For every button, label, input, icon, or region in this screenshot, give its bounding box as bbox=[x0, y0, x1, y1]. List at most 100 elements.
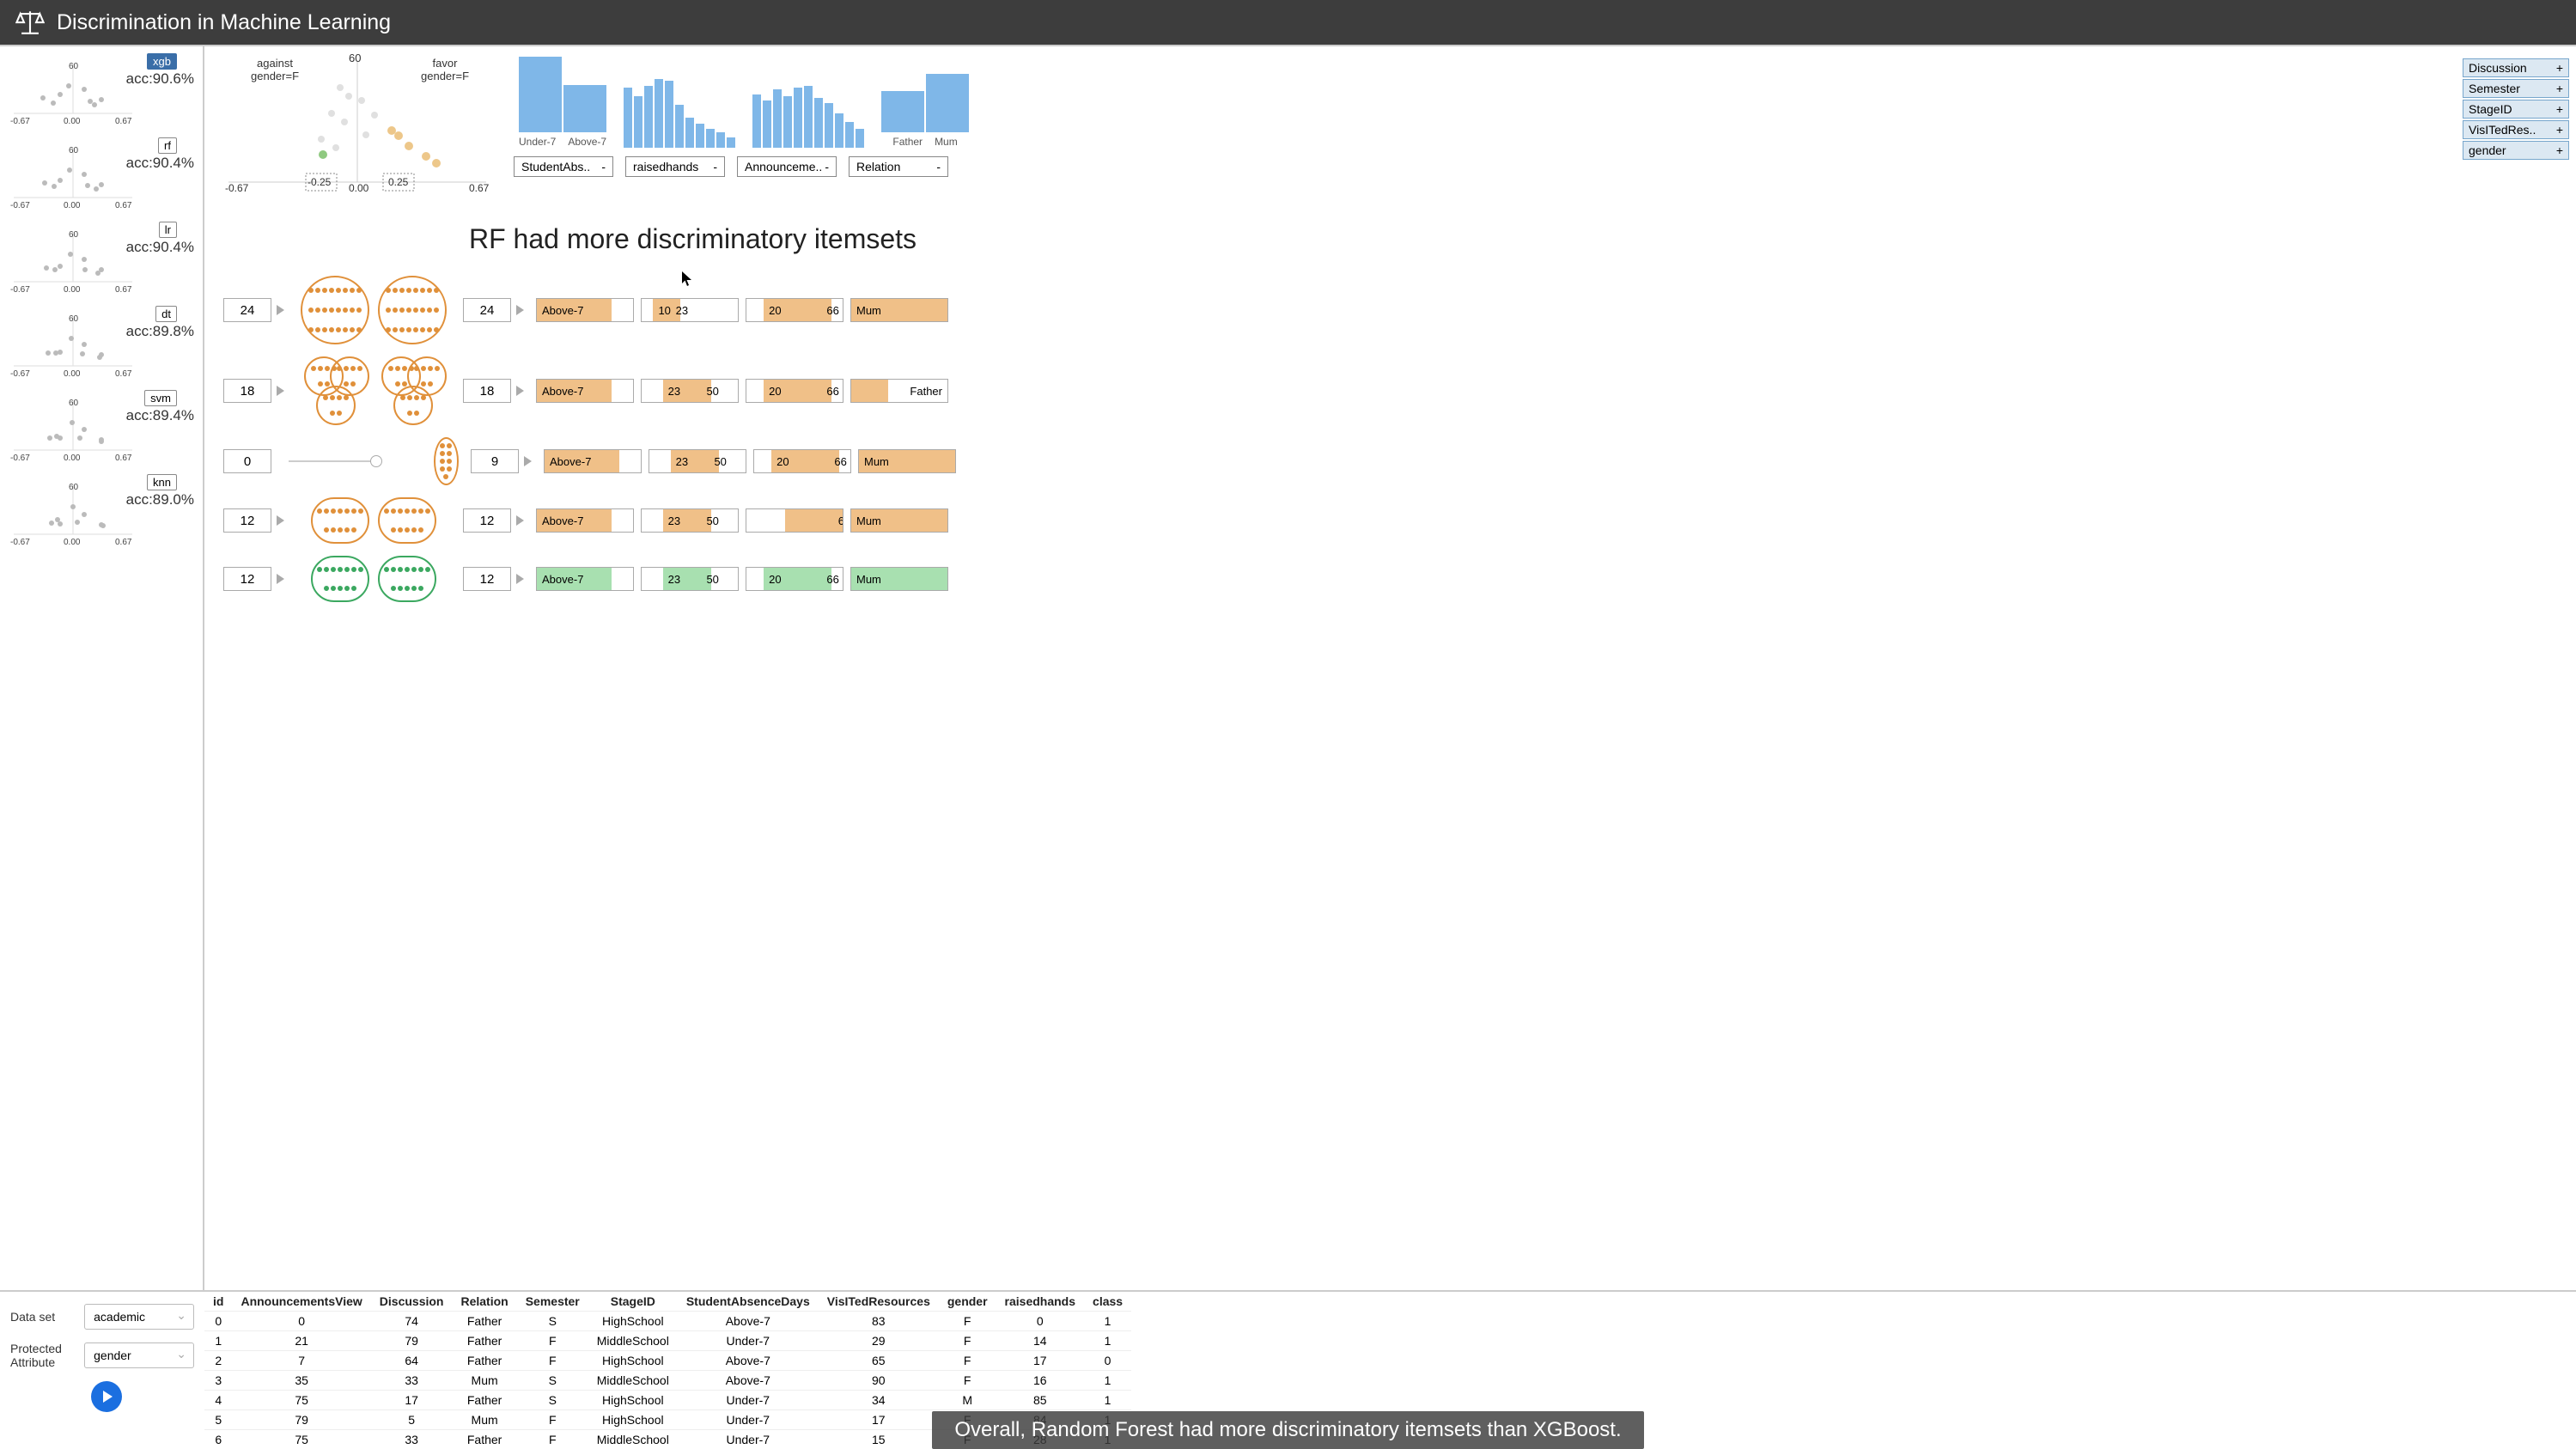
expand-icon[interactable] bbox=[516, 305, 524, 315]
expand-icon[interactable] bbox=[516, 386, 524, 396]
histogram-0[interactable]: Under-7Above-7 bbox=[519, 55, 606, 148]
table-cell: F bbox=[939, 1371, 996, 1391]
table-header[interactable]: Semester bbox=[517, 1292, 588, 1312]
scatter-panel[interactable]: against gender=F 60 favor gender=F bbox=[211, 53, 503, 199]
table-header[interactable]: VisITedResources bbox=[819, 1292, 939, 1312]
itemset-bar[interactable]: 66 bbox=[746, 508, 843, 533]
table-cell: 79 bbox=[232, 1410, 370, 1430]
itemset-bar[interactable]: Above-7 bbox=[536, 298, 634, 322]
itemset-bar[interactable]: 23 50 bbox=[641, 567, 739, 591]
itemset-bar[interactable]: 23 50 bbox=[641, 508, 739, 533]
itemset-bar[interactable]: Mum bbox=[858, 449, 956, 473]
cluster-pair[interactable] bbox=[296, 556, 451, 602]
slider[interactable] bbox=[289, 460, 381, 462]
itemset-bar[interactable]: Above-7 bbox=[544, 449, 642, 473]
itemset-bar[interactable]: Above-7 bbox=[536, 379, 634, 403]
table-row[interactable]: 67533FatherFMiddleSchoolUnder-715F281 bbox=[204, 1430, 1131, 1449]
table-cell: Father bbox=[452, 1331, 516, 1351]
histogram-2[interactable] bbox=[752, 70, 864, 148]
table-cell: 3 bbox=[204, 1371, 232, 1391]
table-header[interactable]: Discussion bbox=[371, 1292, 453, 1312]
attribute-chip[interactable]: Discussion+ bbox=[2463, 58, 2569, 77]
itemset-bar[interactable]: 10 23 bbox=[641, 298, 739, 322]
cluster-pair[interactable] bbox=[296, 497, 451, 544]
model-block-xgb[interactable]: xgb acc:90.6% 60 -0.67 0.00 0.67 bbox=[3, 52, 199, 136]
table-row[interactable]: 5795MumFHighSchoolUnder-717F841 bbox=[204, 1410, 1131, 1430]
itemset-bar[interactable]: Above-7 bbox=[536, 567, 634, 591]
model-tag[interactable]: rf bbox=[158, 137, 177, 154]
itemset-bar[interactable]: 23 50 bbox=[649, 449, 746, 473]
itemset-bar[interactable]: 23 50 bbox=[641, 379, 739, 403]
data-table[interactable]: idAnnouncementsViewDiscussionRelationSem… bbox=[204, 1292, 1131, 1449]
model-tag[interactable]: svm bbox=[144, 390, 177, 406]
model-tag[interactable]: xgb bbox=[147, 53, 177, 70]
expand-icon[interactable] bbox=[277, 305, 284, 315]
attribute-select[interactable]: Announceme..- bbox=[737, 156, 837, 177]
attribute-chip[interactable]: Semester+ bbox=[2463, 79, 2569, 98]
table-row[interactable]: 0074FatherSHighSchoolAbove-783F01 bbox=[204, 1312, 1131, 1331]
protected-select[interactable]: gender bbox=[84, 1342, 194, 1368]
hist-category-label: Mum bbox=[935, 136, 958, 148]
model-block-svm[interactable]: svm acc:89.4% 60 -0.67 0.00 0.67 bbox=[3, 388, 199, 472]
cluster-pair[interactable] bbox=[296, 356, 451, 425]
model-tag[interactable]: knn bbox=[147, 474, 177, 490]
table-cell: 15 bbox=[819, 1430, 939, 1449]
table-header[interactable]: raisedhands bbox=[996, 1292, 1084, 1312]
attribute-select[interactable]: Relation- bbox=[849, 156, 948, 177]
itemset-bar[interactable]: Mum bbox=[850, 567, 948, 591]
plus-icon: + bbox=[2556, 61, 2563, 75]
histogram-3[interactable]: FatherMum bbox=[881, 55, 969, 148]
table-row[interactable]: 33533MumSMiddleSchoolAbove-790F161 bbox=[204, 1371, 1131, 1391]
table-header[interactable]: gender bbox=[939, 1292, 996, 1312]
expand-icon[interactable] bbox=[516, 515, 524, 526]
attribute-chip[interactable]: gender+ bbox=[2463, 141, 2569, 160]
histogram-1[interactable] bbox=[624, 70, 735, 148]
table-header[interactable]: StudentAbsenceDays bbox=[678, 1292, 819, 1312]
itemset-bar[interactable]: Mum bbox=[850, 508, 948, 533]
play-button[interactable] bbox=[91, 1381, 122, 1412]
table-cell: Above-7 bbox=[678, 1371, 819, 1391]
svg-text:0.67: 0.67 bbox=[115, 369, 132, 379]
table-header[interactable]: class bbox=[1084, 1292, 1131, 1312]
model-tag[interactable]: dt bbox=[155, 306, 177, 322]
table-cell: 1 bbox=[1084, 1430, 1131, 1449]
itemset-bar[interactable]: 20 66 bbox=[746, 567, 843, 591]
attribute-chip[interactable]: StageID+ bbox=[2463, 100, 2569, 119]
table-row[interactable]: 47517FatherSHighSchoolUnder-734M851 bbox=[204, 1391, 1131, 1410]
table-header[interactable]: StageID bbox=[588, 1292, 678, 1312]
dataset-select[interactable]: academic bbox=[84, 1304, 194, 1330]
table-row[interactable]: 12179FatherFMiddleSchoolUnder-729F141 bbox=[204, 1331, 1131, 1351]
attribute-select[interactable]: StudentAbs..- bbox=[514, 156, 613, 177]
table-header[interactable]: Relation bbox=[452, 1292, 516, 1312]
xtick: 0.67 bbox=[469, 182, 489, 194]
itemset-bar[interactable]: Father bbox=[850, 379, 948, 403]
attribute-chip[interactable]: VisITedRes..+ bbox=[2463, 120, 2569, 139]
itemset-bar[interactable]: 20 66 bbox=[746, 298, 843, 322]
itemset-bar[interactable]: Above-7 bbox=[536, 508, 634, 533]
attribute-select[interactable]: raisedhands- bbox=[625, 156, 725, 177]
expand-icon[interactable] bbox=[277, 386, 284, 396]
expand-icon[interactable] bbox=[516, 574, 524, 584]
model-block-knn[interactable]: knn acc:89.0% 60 -0.67 0.00 0.67 bbox=[3, 472, 199, 557]
xtick: -0.25 bbox=[308, 176, 331, 188]
expand-icon[interactable] bbox=[277, 574, 284, 584]
model-tag[interactable]: lr bbox=[159, 222, 177, 238]
table-cell: 1 bbox=[1084, 1371, 1131, 1391]
table-header[interactable]: id bbox=[204, 1292, 232, 1312]
table-cell: 65 bbox=[819, 1351, 939, 1371]
expand-icon[interactable] bbox=[277, 515, 284, 526]
expand-icon[interactable] bbox=[524, 456, 532, 466]
topbar: Discrimination in Machine Learning bbox=[0, 0, 2576, 45]
itemset-bar[interactable]: Mum bbox=[850, 298, 948, 322]
table-header[interactable]: AnnouncementsView bbox=[232, 1292, 370, 1312]
itemset-bar[interactable]: 20 66 bbox=[746, 379, 843, 403]
cluster-pair[interactable] bbox=[296, 276, 451, 344]
itemset-bar[interactable]: 20 66 bbox=[753, 449, 851, 473]
table-cell: S bbox=[517, 1371, 588, 1391]
model-block-dt[interactable]: dt acc:89.8% 60 -0.67 0.00 0.67 bbox=[3, 304, 199, 388]
cluster-single[interactable] bbox=[399, 437, 459, 485]
table-row[interactable]: 2764FatherFHighSchoolAbove-765F170 bbox=[204, 1351, 1131, 1371]
model-block-rf[interactable]: rf acc:90.4% 60 -0.67 0.00 0.67 bbox=[3, 136, 199, 220]
model-block-lr[interactable]: lr acc:90.4% 60 -0.67 0.00 0.67 bbox=[3, 220, 199, 304]
svg-text:0.67: 0.67 bbox=[115, 117, 132, 126]
